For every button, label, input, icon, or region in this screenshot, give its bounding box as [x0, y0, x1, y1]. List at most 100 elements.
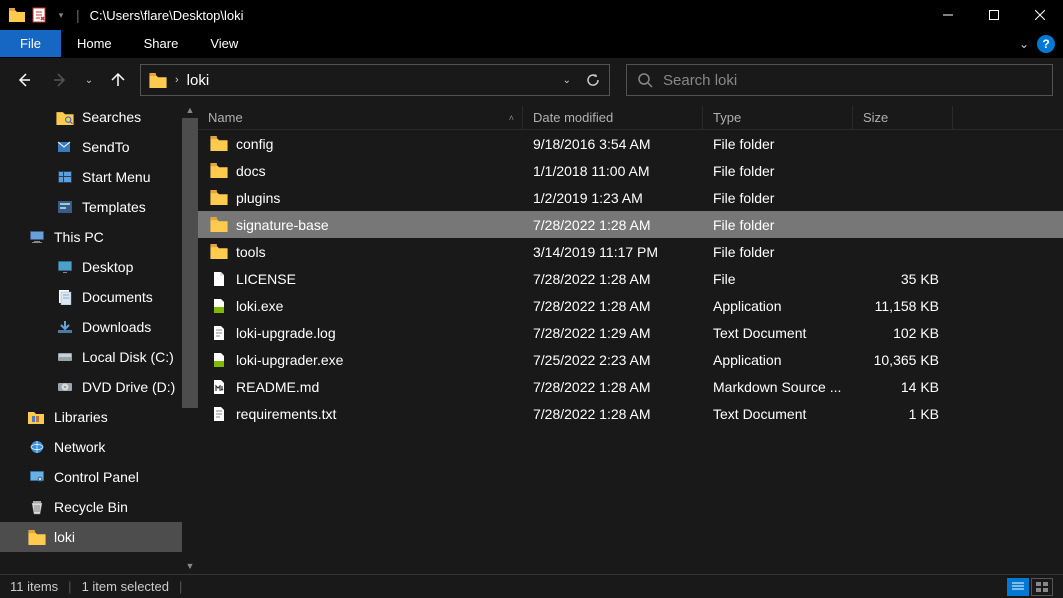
column-size[interactable]: Size [853, 106, 953, 129]
sidebar-item-label: Network [54, 439, 105, 455]
sendto-icon [56, 138, 74, 156]
file-date: 1/1/2018 11:00 AM [523, 163, 703, 179]
sidebar-item-local-disk-c-[interactable]: Local Disk (C:) [0, 342, 198, 372]
column-name[interactable]: Name˄ [198, 106, 523, 129]
search-bar[interactable] [626, 64, 1053, 96]
file-row[interactable]: signature-base7/28/2022 1:28 AMFile fold… [198, 211, 1063, 238]
recent-locations-button[interactable]: ⌄ [82, 66, 96, 94]
scroll-down-arrow[interactable]: ▼ [182, 558, 198, 574]
thumbnails-view-button[interactable] [1031, 578, 1053, 596]
sidebar-item-this-pc[interactable]: This PC [0, 222, 198, 252]
sidebar-item-label: This PC [54, 229, 104, 245]
scroll-up-arrow[interactable]: ▲ [182, 102, 198, 118]
ribbon-expand-icon[interactable]: ⌄ [1019, 37, 1029, 51]
file-row[interactable]: plugins1/2/2019 1:23 AMFile folder [198, 184, 1063, 211]
column-type[interactable]: Type [703, 106, 853, 129]
file-date: 7/28/2022 1:28 AM [523, 217, 703, 233]
minimize-button[interactable] [925, 0, 971, 30]
scrollbar-thumb[interactable] [182, 118, 198, 408]
file-row[interactable]: docs 1/1/2018 11:00 AMFile folder [198, 157, 1063, 184]
search-input[interactable] [663, 72, 1042, 89]
sidebar-item-network[interactable]: Network [0, 432, 198, 462]
separator: | [76, 7, 80, 23]
file-row[interactable]: requirements.txt7/28/2022 1:28 AMText Do… [198, 400, 1063, 427]
exe-icon [210, 351, 228, 369]
separator: | [179, 579, 182, 594]
libraries-icon [28, 408, 46, 426]
sidebar-item-documents[interactable]: Documents [0, 282, 198, 312]
share-tab[interactable]: Share [128, 30, 195, 57]
file-date: 7/28/2022 1:28 AM [523, 298, 703, 314]
recycle-icon [28, 498, 46, 516]
chevron-down-icon[interactable]: ▾ [52, 6, 70, 24]
details-view-button[interactable] [1007, 578, 1029, 596]
sidebar-item-sendto[interactable]: SendTo [0, 132, 198, 162]
controlpanel-icon [28, 468, 46, 486]
disk-icon [56, 348, 74, 366]
file-type: Application [703, 298, 853, 314]
back-button[interactable] [10, 66, 38, 94]
refresh-button[interactable] [585, 72, 601, 88]
file-tab[interactable]: File [0, 30, 61, 57]
column-date[interactable]: Date modified [523, 106, 703, 129]
sidebar-item-templates[interactable]: Templates [0, 192, 198, 222]
file-name: signature-base [236, 217, 329, 233]
file-name: docs [236, 163, 266, 179]
file-type: File folder [703, 163, 853, 179]
sidebar-item-searches[interactable]: Searches [0, 102, 198, 132]
navigation-pane[interactable]: SearchesSendTo Start Menu Templates This PC… [0, 102, 198, 574]
sidebar-item-start-menu[interactable]: Start Menu [0, 162, 198, 192]
file-row[interactable]: LICENSE7/28/2022 1:28 AMFile35 KB [198, 265, 1063, 292]
sidebar-item-label: Downloads [82, 319, 151, 335]
sidebar-item-dvd-drive-d-[interactable]: DVD Drive (D:) [0, 372, 198, 402]
sidebar-item-desktop[interactable]: Desktop [0, 252, 198, 282]
file-row[interactable]: loki-upgrader.exe7/25/2022 2:23 AMApplic… [198, 346, 1063, 373]
file-type: File folder [703, 136, 853, 152]
sidebar-item-downloads[interactable]: Downloads [0, 312, 198, 342]
properties-icon[interactable] [30, 6, 48, 24]
titlebar: ▾ | C:\Users\flare\Desktop\loki [0, 0, 1063, 30]
file-name: README.md [236, 379, 319, 395]
sidebar-item-label: Start Menu [82, 169, 150, 185]
file-name: requirements.txt [236, 406, 336, 422]
file-row[interactable]: README.md7/28/2022 1:28 AMMarkdown Sourc… [198, 373, 1063, 400]
up-button[interactable] [104, 66, 132, 94]
file-date: 3/14/2019 11:17 PM [523, 244, 703, 260]
sidebar-item-recycle-bin[interactable]: Recycle Bin [0, 492, 198, 522]
home-tab[interactable]: Home [61, 30, 128, 57]
file-list[interactable]: Name˄ Date modified Type Size config9/18… [198, 102, 1063, 574]
forward-button[interactable] [46, 66, 74, 94]
chevron-right-icon[interactable]: › [175, 74, 179, 86]
file-type: File folder [703, 244, 853, 260]
help-button[interactable]: ? [1037, 35, 1055, 53]
file-name: loki-upgrader.exe [236, 352, 343, 368]
sidebar-item-control-panel[interactable]: Control Panel [0, 462, 198, 492]
sidebar-item-label: Local Disk (C:) [82, 349, 174, 365]
file-date: 7/28/2022 1:29 AM [523, 325, 703, 341]
maximize-button[interactable] [971, 0, 1017, 30]
address-dropdown-icon[interactable]: ⌄ [563, 75, 571, 86]
file-size: 10,365 KB [853, 352, 953, 368]
sidebar-item-label: Documents [82, 289, 153, 305]
sidebar-item-libraries[interactable]: Libraries [0, 402, 198, 432]
file-row[interactable]: loki-upgrade.log7/28/2022 1:29 AMText Do… [198, 319, 1063, 346]
file-date: 7/28/2022 1:28 AM [523, 379, 703, 395]
file-row[interactable]: tools3/14/2019 11:17 PMFile folder [198, 238, 1063, 265]
desktop-icon [56, 258, 74, 276]
statusbar: 11 items | 1 item selected | [0, 574, 1063, 598]
file-name: config [236, 136, 273, 152]
file-row[interactable]: loki.exe7/28/2022 1:28 AMApplication11,1… [198, 292, 1063, 319]
view-tab[interactable]: View [194, 30, 254, 57]
sidebar-item-loki[interactable]: loki [0, 522, 198, 552]
file-row[interactable]: config9/18/2016 3:54 AMFile folder [198, 130, 1063, 157]
address-segment[interactable]: loki [187, 72, 555, 89]
text-icon [210, 405, 228, 423]
ribbon: File Home Share View ⌄ ? [0, 30, 1063, 58]
search-icon [637, 72, 653, 88]
close-button[interactable] [1017, 0, 1063, 30]
address-bar[interactable]: › loki ⌄ [140, 64, 610, 96]
file-size: 102 KB [853, 325, 953, 341]
sidebar-scrollbar[interactable]: ▲ ▼ [182, 102, 198, 574]
sidebar-item-label: Templates [82, 199, 146, 215]
navbar: ⌄ › loki ⌄ [0, 58, 1063, 102]
